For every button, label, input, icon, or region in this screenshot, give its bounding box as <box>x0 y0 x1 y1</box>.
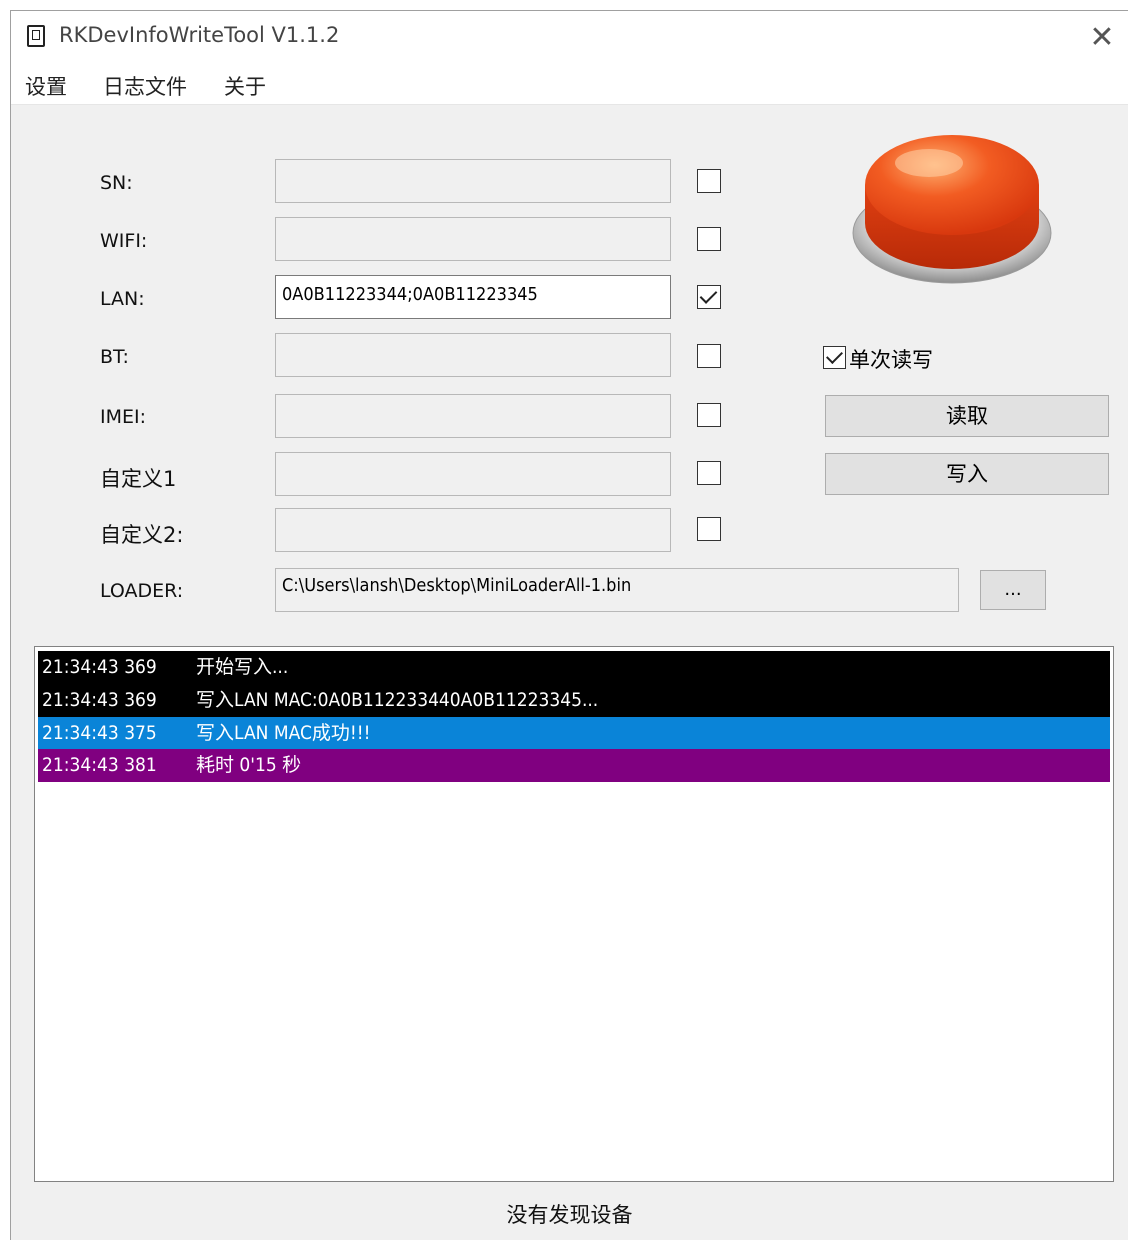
bt-checkbox[interactable] <box>697 344 721 368</box>
app-window: RKDevInfoWriteTool V1.1.2 ✕ 设置 日志文件 关于 S… <box>10 10 1128 1240</box>
log-message: 写入LAN MAC:0A0B112233440A0B11223345... <box>196 689 599 711</box>
sn-label: SN: <box>100 172 133 194</box>
log-time: 21:34:43 369 <box>42 656 157 678</box>
imei-checkbox[interactable] <box>697 403 721 427</box>
log-list[interactable]: 21:34:43 369 开始写入... 21:34:43 369 写入LAN … <box>34 646 1114 1182</box>
lan-checkbox[interactable] <box>697 285 721 309</box>
sn-input[interactable] <box>275 159 671 203</box>
loader-label: LOADER: <box>100 580 184 602</box>
red-push-button-icon[interactable] <box>849 123 1055 289</box>
loader-path-input[interactable]: C:\Users\lansh\Desktop\MiniLoaderAll-1.b… <box>275 568 959 612</box>
log-row: 21:34:43 369 写入LAN MAC:0A0B112233440A0B1… <box>38 684 1110 717</box>
wifi-label: WIFI: <box>100 230 148 252</box>
log-row: 21:34:43 375 写入LAN MAC成功!!! <box>38 717 1110 750</box>
log-time: 21:34:43 381 <box>42 754 157 776</box>
custom1-input[interactable] <box>275 452 671 496</box>
menu-bar: 设置 日志文件 关于 <box>11 63 1128 105</box>
bt-label: BT: <box>100 346 129 368</box>
bt-input[interactable] <box>275 333 671 377</box>
log-message: 开始写入... <box>196 656 289 678</box>
log-time: 21:34:43 369 <box>42 689 157 711</box>
menu-log-file[interactable]: 日志文件 <box>103 71 187 101</box>
menu-settings[interactable]: 设置 <box>25 71 67 101</box>
log-message: 耗时 0'15 秒 <box>196 754 302 776</box>
log-message: 写入LAN MAC成功!!! <box>196 722 371 744</box>
window-title: RKDevInfoWriteTool V1.1.2 <box>59 23 340 47</box>
lan-input[interactable]: 0A0B11223344;0A0B11223345 <box>275 275 671 319</box>
read-button[interactable]: 读取 <box>825 395 1109 437</box>
single-read-write-checkbox[interactable] <box>823 346 846 369</box>
single-read-write-label: 单次读写 <box>849 348 933 372</box>
lan-label: LAN: <box>100 288 145 310</box>
custom1-label: 自定义1 <box>100 467 177 491</box>
imei-input[interactable] <box>275 394 671 438</box>
imei-label: IMEI: <box>100 406 147 428</box>
wifi-input[interactable] <box>275 217 671 261</box>
browse-button[interactable]: ... <box>980 570 1046 610</box>
custom1-checkbox[interactable] <box>697 461 721 485</box>
wifi-checkbox[interactable] <box>697 227 721 251</box>
log-row: 21:34:43 369 开始写入... <box>38 651 1110 684</box>
phone-icon <box>27 25 45 47</box>
log-time: 21:34:43 375 <box>42 722 157 744</box>
status-text: 没有发现设备 <box>506 1203 633 1227</box>
sn-checkbox[interactable] <box>697 169 721 193</box>
menu-about[interactable]: 关于 <box>224 71 266 101</box>
custom2-input[interactable] <box>275 508 671 552</box>
log-row: 21:34:43 381 耗时 0'15 秒 <box>38 749 1110 782</box>
close-button[interactable]: ✕ <box>1076 11 1128 63</box>
write-button[interactable]: 写入 <box>825 453 1109 495</box>
custom2-checkbox[interactable] <box>697 517 721 541</box>
custom2-label: 自定义2: <box>100 523 184 547</box>
title-bar: RKDevInfoWriteTool V1.1.2 ✕ <box>11 11 1128 63</box>
